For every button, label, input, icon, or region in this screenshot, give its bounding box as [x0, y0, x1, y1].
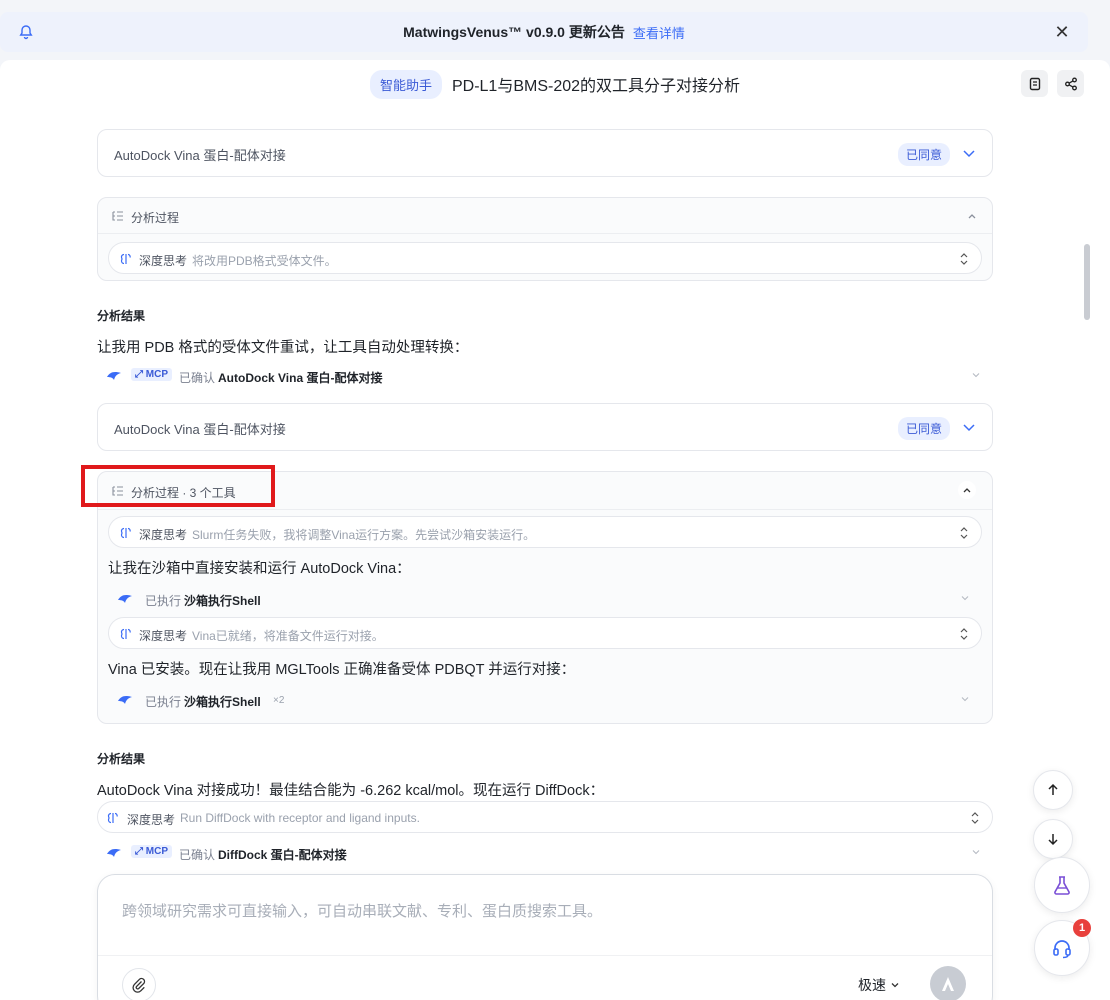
mcp-tag: ⤢ MCP: [131, 368, 173, 381]
deep-thinking-label: 深度思考: [139, 254, 188, 268]
status-badge: 已同意: [897, 417, 950, 440]
chevron-down-icon[interactable]: [960, 694, 970, 704]
brain-icon: [120, 527, 131, 539]
mcp-tool-name: DiffDock 蛋白-配体对接: [218, 848, 347, 862]
tool-card[interactable]: AutoDock Vina 蛋白-配体对接 已同意: [97, 129, 993, 177]
conversation-header: 智能助手 PD-L1与BMS-202的双工具分子对接分析: [0, 60, 1110, 108]
chevron-down-icon[interactable]: [962, 146, 976, 160]
app-logo-icon: [107, 372, 121, 380]
expand-icon[interactable]: [959, 526, 969, 540]
exec-tool-row[interactable]: 已执行 沙箱执行Shell ×2: [108, 687, 982, 713]
arrow-up-icon: [1048, 783, 1058, 795]
chat-input-box[interactable]: 跨领域研究需求可直接输入，可自动串联文献、专利、蛋白质搜索工具。 极速: [97, 874, 993, 1000]
document-icon: [1029, 77, 1040, 90]
deep-thinking-row[interactable]: 深度思考 将改用PDB格式受体文件。: [108, 242, 982, 274]
send-button[interactable]: [930, 966, 966, 1000]
bell-icon: [19, 25, 33, 40]
chevron-down-icon[interactable]: [960, 593, 970, 603]
deep-thinking-text: Vina已就绪，将准备文件运行对接。: [192, 629, 384, 643]
chevron-down-icon[interactable]: [971, 370, 981, 380]
app-logo-icon: [118, 696, 132, 704]
exec-count: ×2: [273, 695, 285, 706]
highlight-box: [81, 465, 275, 507]
mcp-tool-row[interactable]: ⤢ MCP 已确认 AutoDock Vina 蛋白-配体对接: [97, 363, 993, 389]
mcp-tool-name: AutoDock Vina 蛋白-配体对接: [218, 371, 383, 385]
tool-card-name: AutoDock Vina 蛋白-配体对接: [114, 422, 286, 437]
exec-status: 已执行: [145, 695, 182, 709]
tool-card[interactable]: AutoDock Vina 蛋白-配体对接 已同意: [97, 403, 993, 451]
scroll-up-button[interactable]: [1033, 770, 1073, 810]
list-tree-icon: [112, 211, 123, 221]
chevron-down-icon[interactable]: [971, 847, 981, 857]
brain-icon: [107, 812, 118, 824]
exec-tool-name: 沙箱执行Shell: [184, 695, 261, 709]
announcement-bar: MatwingsVenus™ v0.9.0 更新公告 查看详情 ✕: [0, 12, 1088, 52]
exec-tool-row[interactable]: 已执行 沙箱执行Shell: [108, 586, 982, 612]
brain-icon: [120, 253, 131, 265]
analysis-process-panel: 分析过程 · 3 个工具 深度思考 Slurm任务失败，我将调整Vina运行方案…: [97, 471, 993, 724]
announcement-title: MatwingsVenus™ v0.9.0 更新公告: [403, 24, 625, 40]
deep-thinking-row[interactable]: 深度思考 Slurm任务失败，我将调整Vina运行方案。先尝试沙箱安装运行。: [108, 516, 982, 548]
headset-icon: [1053, 940, 1071, 959]
deep-thinking-text: Run DiffDock with receptor and ligand in…: [180, 811, 420, 825]
analysis-process-panel: 分析过程 深度思考 将改用PDB格式受体文件。: [97, 197, 993, 281]
speed-label: 极速: [858, 977, 886, 993]
deep-thinking-label: 深度思考: [139, 629, 188, 643]
analysis-process-header[interactable]: 分析过程: [98, 198, 992, 234]
notification-badge: 1: [1073, 919, 1091, 937]
deep-thinking-text: 将改用PDB格式受体文件。: [192, 254, 337, 268]
exec-tool-name: 沙箱执行Shell: [184, 594, 261, 608]
tool-card-name: AutoDock Vina 蛋白-配体对接: [114, 148, 286, 163]
chevron-up-icon[interactable]: [966, 210, 978, 222]
attach-button[interactable]: [122, 968, 156, 1000]
mcp-tag-text: MCP: [145, 369, 169, 380]
document-button[interactable]: [1021, 70, 1048, 97]
expand-icon[interactable]: [959, 252, 969, 266]
deep-thinking-label: 深度思考: [139, 528, 188, 542]
result-text: 让我用 PDB 格式的受体文件重试，让工具自动处理转换：: [97, 340, 469, 356]
result-heading: 分析结果: [97, 309, 146, 323]
assistant-badge: 智能助手: [369, 69, 442, 99]
status-badge: 已同意: [897, 143, 950, 166]
mcp-tag: ⤢ MCP: [131, 845, 173, 858]
chevron-down-icon[interactable]: [962, 420, 976, 434]
brain-icon: [120, 628, 131, 640]
deep-thinking-label: 深度思考: [127, 813, 176, 827]
mcp-tag-text: MCP: [145, 846, 169, 857]
mcp-tool-row[interactable]: ⤢ MCP 已确认 DiffDock 蛋白-配体对接: [97, 840, 993, 866]
mcp-status: 已确认: [179, 848, 216, 862]
scroll-down-button[interactable]: [1033, 819, 1073, 859]
process-text: 让我在沙箱中直接安装和运行 AutoDock Vina：: [108, 561, 411, 577]
share-icon: [1064, 77, 1077, 90]
close-icon[interactable]: ✕: [1052, 22, 1072, 42]
flask-icon: [1054, 876, 1070, 895]
exec-status: 已执行: [145, 594, 182, 608]
speed-selector[interactable]: 极速: [858, 975, 900, 995]
arrow-down-icon: [1048, 834, 1058, 846]
result-heading: 分析结果: [97, 752, 146, 766]
lab-button[interactable]: [1034, 857, 1090, 913]
send-icon: [942, 977, 954, 991]
app-logo-icon: [107, 849, 121, 857]
deep-thinking-text: Slurm任务失败，我将调整Vina运行方案。先尝试沙箱安装运行。: [192, 528, 536, 542]
chat-input-placeholder[interactable]: 跨领域研究需求可直接输入，可自动串联文献、专利、蛋白质搜索工具。: [122, 900, 602, 921]
collapse-button[interactable]: [958, 481, 976, 499]
app-logo-icon: [118, 595, 132, 603]
scrollbar-thumb[interactable]: [1084, 244, 1090, 320]
divider: [98, 955, 992, 956]
announcement-details-link[interactable]: 查看详情: [633, 23, 685, 42]
conversation-title: PD-L1与BMS-202的双工具分子对接分析: [451, 78, 741, 95]
expand-icon[interactable]: [970, 811, 980, 825]
analysis-process-label: 分析过程: [131, 211, 180, 225]
mcp-status: 已确认: [179, 371, 216, 385]
paperclip-icon: [132, 977, 146, 993]
chevron-down-icon: [891, 983, 899, 988]
share-button[interactable]: [1057, 70, 1084, 97]
deep-thinking-row[interactable]: 深度思考 Vina已就绪，将准备文件运行对接。: [108, 617, 982, 649]
deep-thinking-row[interactable]: 深度思考 Run DiffDock with receptor and liga…: [97, 801, 993, 833]
chevron-up-icon: [963, 488, 971, 493]
result-text: AutoDock Vina 对接成功！最佳结合能为 -6.262 kcal/mo…: [97, 783, 605, 799]
process-text: Vina 已安装。现在让我用 MGLTools 正确准备受体 PDBQT 并运行…: [108, 662, 576, 678]
expand-icon[interactable]: [959, 627, 969, 641]
